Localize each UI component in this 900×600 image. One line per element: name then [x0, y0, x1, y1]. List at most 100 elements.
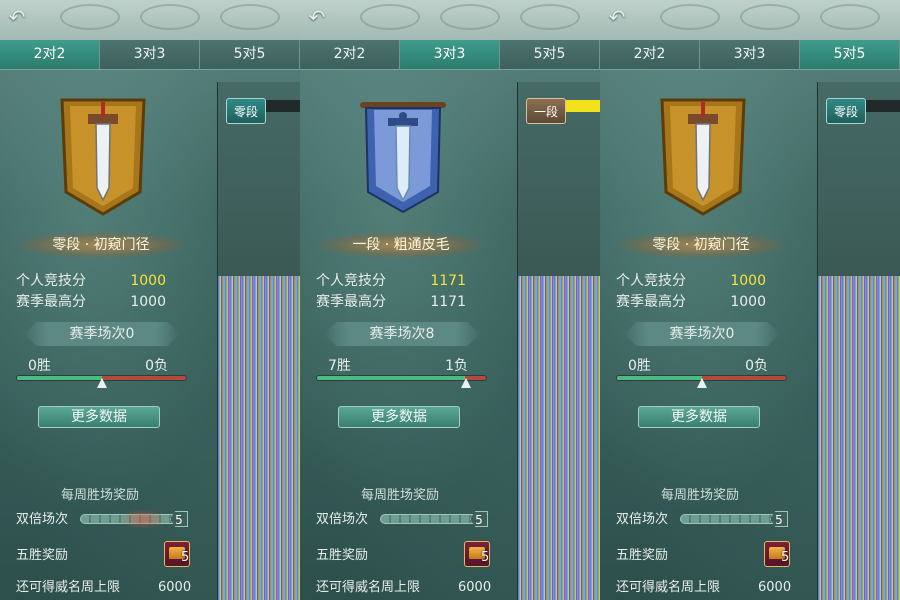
- ladder-glitch-stripes: [518, 276, 600, 600]
- chest-count: 5: [481, 550, 490, 565]
- blue-sword-banner-icon: [360, 102, 446, 214]
- tab-2v2[interactable]: 2对2: [0, 40, 100, 70]
- best-value: 1000: [730, 294, 766, 310]
- double-progress-bar: [380, 514, 480, 524]
- ratio-marker-icon: [696, 378, 707, 388]
- back-arrow-icon[interactable]: ↶: [4, 6, 30, 30]
- gold-sword-banner-icon: [660, 98, 746, 216]
- gold-sword-banner-icon: [60, 98, 146, 216]
- cloud-ornament: [140, 4, 200, 30]
- arena-panel: ↶ 2对2 3对3 5对5 零段 · 初窥门径 个人竞技分 1000 赛季最高分…: [600, 0, 900, 600]
- score-value: 1000: [730, 273, 766, 289]
- cloud-ornament: [740, 4, 800, 30]
- best-value: 1000: [130, 294, 166, 310]
- rank-title: 一段 · 粗通皮毛: [318, 232, 484, 258]
- best-label: 赛季最高分: [16, 294, 86, 310]
- cloud-ornament: [220, 4, 280, 30]
- ladder-glitch-stripes: [818, 276, 900, 600]
- arena-panel: ↶ 2对2 3对3 5对5 一段 · 粗通皮毛 个人竞技分 1171 赛季最高分…: [300, 0, 600, 600]
- season-matches: 赛季场次0: [624, 322, 780, 346]
- best-value: 1171: [430, 294, 466, 310]
- limit-value: 6000: [458, 580, 492, 595]
- rank-badge: 零段: [226, 98, 266, 124]
- score-row: 个人竞技分 1000: [16, 271, 176, 291]
- best-label: 赛季最高分: [616, 294, 686, 310]
- rank-ladder[interactable]: 一段: [517, 82, 600, 600]
- more-data-button[interactable]: 更多数据: [338, 406, 460, 428]
- best-row: 赛季最高分 1171: [316, 292, 476, 312]
- top-bar: ↶: [0, 0, 300, 40]
- wins: 0胜: [628, 358, 651, 374]
- limit-label: 还可得威名周上限: [16, 580, 121, 595]
- back-arrow-icon[interactable]: ↶: [604, 6, 630, 30]
- rank-ladder[interactable]: 零段: [217, 82, 300, 600]
- score-label: 个人竞技分: [316, 273, 386, 289]
- ladder-strip: [562, 100, 600, 112]
- tab-2v2[interactable]: 2对2: [600, 40, 700, 70]
- ladder-glitch-stripes: [218, 276, 300, 600]
- best-row: 赛季最高分 1000: [616, 292, 776, 312]
- limit-label: 还可得威名周上限: [616, 580, 721, 595]
- wins: 7胜: [328, 358, 351, 374]
- tab-3v3[interactable]: 3对3: [400, 40, 500, 70]
- limit-label: 还可得威名周上限: [316, 580, 421, 595]
- losses: 1负: [445, 358, 468, 374]
- double-label: 双倍场次: [616, 512, 669, 527]
- win-ratio-fill: [617, 376, 702, 380]
- win-ratio-fill: [317, 376, 465, 380]
- win-ratio-fill: [17, 376, 102, 380]
- weekly-reward-title: 每周胜场奖励: [60, 488, 139, 503]
- more-data-button[interactable]: 更多数据: [638, 406, 760, 428]
- five-win-label: 五胜奖励: [616, 548, 669, 563]
- cloud-ornament: [360, 4, 420, 30]
- cloud-ornament: [660, 4, 720, 30]
- rank-badge: 一段: [526, 98, 566, 124]
- cloud-ornament: [60, 4, 120, 30]
- ratio-marker-icon: [96, 378, 107, 388]
- arena-panel: ↶ 2对2 3对3 5对5 零段 · 初窥门径 个人竞技分 1000 赛季最高分…: [0, 0, 300, 600]
- score-label: 个人竞技分: [616, 273, 686, 289]
- rank-title: 零段 · 初窥门径: [618, 232, 784, 258]
- wins: 0胜: [28, 358, 51, 374]
- fire-glow: [118, 508, 168, 530]
- best-label: 赛季最高分: [316, 294, 386, 310]
- cloud-ornament: [820, 4, 880, 30]
- win-loss: 7胜 1负: [328, 355, 468, 375]
- score-value: 1000: [130, 273, 166, 289]
- best-row: 赛季最高分 1000: [16, 292, 176, 312]
- top-bar: ↶: [300, 0, 600, 40]
- mode-tabs: 2对2 3对3 5对5: [0, 40, 300, 70]
- tab-5v5[interactable]: 5对5: [500, 40, 600, 70]
- score-row: 个人竞技分 1000: [616, 271, 776, 291]
- top-bar: ↶: [600, 0, 900, 40]
- mode-tabs: 2对2 3对3 5对5: [600, 40, 900, 70]
- ladder-strip: [862, 100, 900, 112]
- double-label: 双倍场次: [16, 512, 69, 527]
- losses: 0负: [745, 358, 768, 374]
- score-row: 个人竞技分 1171: [316, 271, 476, 291]
- back-arrow-icon[interactable]: ↶: [304, 6, 330, 30]
- ratio-marker-icon: [460, 378, 471, 388]
- tab-3v3[interactable]: 3对3: [700, 40, 800, 70]
- tab-5v5[interactable]: 5对5: [800, 40, 900, 70]
- tab-2v2[interactable]: 2对2: [300, 40, 400, 70]
- five-win-label: 五胜奖励: [316, 548, 369, 563]
- tab-3v3[interactable]: 3对3: [100, 40, 200, 70]
- ladder-strip: [262, 100, 300, 112]
- mode-tabs: 2对2 3对3 5对5: [300, 40, 600, 70]
- double-progress-bar: [680, 514, 780, 524]
- rank-ladder[interactable]: 零段: [817, 82, 900, 600]
- season-matches: 赛季场次8: [324, 322, 480, 346]
- chest-count: 5: [181, 550, 190, 565]
- rank-title: 零段 · 初窥门径: [18, 232, 184, 258]
- score-label: 个人竞技分: [16, 273, 86, 289]
- losses: 0负: [145, 358, 168, 374]
- cloud-ornament: [520, 4, 580, 30]
- cloud-ornament: [440, 4, 500, 30]
- arena-screens: ↶ 2对2 3对3 5对5 零段 · 初窥门径 个人竞技分 1000 赛季最高分…: [0, 0, 900, 600]
- five-win-label: 五胜奖励: [16, 548, 69, 563]
- tab-5v5[interactable]: 5对5: [200, 40, 300, 70]
- more-data-button[interactable]: 更多数据: [38, 406, 160, 428]
- season-matches: 赛季场次0: [24, 322, 180, 346]
- limit-value: 6000: [758, 580, 792, 595]
